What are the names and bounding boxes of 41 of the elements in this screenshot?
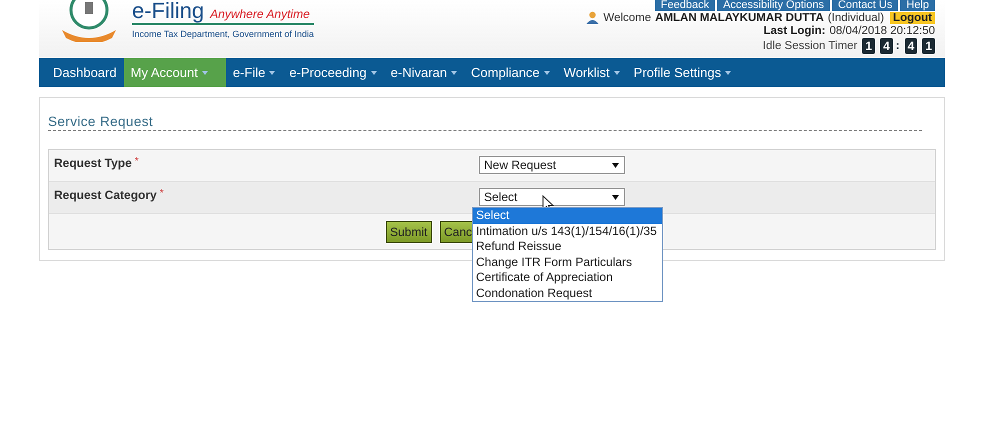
nav-tab[interactable]: Dashboard bbox=[39, 58, 124, 87]
field-label: Request Category bbox=[54, 188, 157, 202]
user-icon bbox=[586, 11, 600, 24]
last-login-time: 08/04/2018 20:12:50 bbox=[829, 25, 935, 37]
timer-digit: 1 bbox=[862, 38, 876, 54]
page-title: Service Request bbox=[48, 114, 922, 131]
nav-tab[interactable]: Worklist bbox=[556, 58, 627, 87]
timer-digit: 4 bbox=[880, 38, 893, 54]
site-logo-title: e-Filing bbox=[132, 0, 204, 22]
nav-tab[interactable]: e-File bbox=[226, 58, 282, 87]
welcome-text: Welcome bbox=[603, 12, 652, 24]
top-link[interactable]: Contact Us bbox=[832, 0, 898, 11]
timer-digit: : bbox=[896, 40, 900, 52]
field-label: Request Type bbox=[54, 156, 132, 170]
nav-tab[interactable]: e-Nivaran bbox=[384, 58, 464, 87]
caret-icon bbox=[612, 163, 619, 168]
caret-icon bbox=[612, 195, 619, 200]
top-link[interactable]: Accessibility Options bbox=[717, 0, 830, 11]
user-type: (Individual) bbox=[828, 12, 884, 24]
select-field[interactable]: Select bbox=[479, 188, 625, 206]
timer-digit: 4 bbox=[904, 38, 918, 54]
last-login-label: Last Login: bbox=[764, 25, 826, 37]
select-field[interactable]: New Request bbox=[479, 156, 625, 174]
required-mark: * bbox=[134, 156, 139, 169]
idle-timer-label: Idle Session Timer bbox=[762, 40, 858, 52]
top-link[interactable]: Help bbox=[900, 0, 935, 11]
tagline: Anywhere Anytime bbox=[210, 7, 310, 21]
top-link[interactable]: Feedback bbox=[654, 0, 716, 11]
timer-digit: 1 bbox=[922, 38, 935, 54]
dropdown-option[interactable]: Select bbox=[473, 208, 662, 224]
dropdown-option[interactable]: Change ITR Form Particulars bbox=[473, 254, 662, 270]
user-name: AMLAN MALAYKUMAR DUTTA bbox=[655, 12, 824, 24]
logout-link[interactable]: Logout bbox=[890, 12, 935, 24]
dropdown-option[interactable]: Certificate of Appreciation bbox=[473, 270, 662, 286]
nav-tab[interactable]: e-Proceeding bbox=[282, 58, 384, 87]
dropdown-option[interactable]: Condonation Request bbox=[473, 286, 662, 301]
department-name: Income Tax Department, Government of India bbox=[132, 29, 314, 39]
nav-tab[interactable]: Profile Settings bbox=[626, 58, 738, 87]
form-button[interactable]: Submit bbox=[386, 220, 432, 242]
nav-tab[interactable]: Compliance bbox=[464, 58, 557, 87]
required-mark: * bbox=[160, 188, 164, 201]
